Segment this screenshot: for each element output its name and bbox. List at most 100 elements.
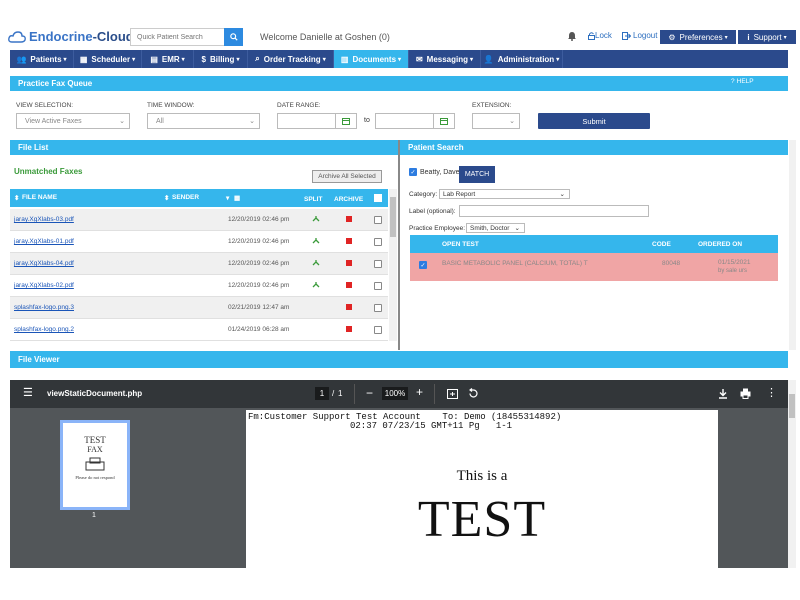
row-checkbox[interactable] (374, 304, 382, 312)
page-thumbnail[interactable]: TEST FAX Please do not respond (60, 420, 130, 510)
category-label: Category: (409, 191, 438, 198)
col-file-name[interactable]: FILE NAME (22, 194, 57, 201)
logo[interactable]: Endocrine-Cloud (8, 29, 134, 45)
cloud-icon (8, 30, 26, 43)
archive-icon[interactable] (346, 326, 352, 332)
col-ordered-on: ORDERED ON (698, 241, 743, 248)
col-split: SPLIT (304, 196, 323, 203)
nav-patients[interactable]: 👥 Patients ▾ (10, 50, 74, 68)
date-from-calendar-button[interactable] (335, 113, 357, 129)
caret-down-icon: ▾ (236, 56, 240, 63)
info-icon: i (747, 32, 750, 42)
thumb-line-1: TEST (84, 435, 106, 445)
file-name-link[interactable]: jaray.XgXlabs-03.pdf (14, 216, 74, 223)
open-test-row[interactable]: ✓ BASIC METABOLIC PANEL (CALCIUM, TOTAL)… (410, 253, 778, 281)
file-viewer-header: File Viewer (10, 351, 788, 368)
archive-icon[interactable] (346, 260, 352, 266)
print-icon[interactable] (740, 388, 751, 399)
page-number-input[interactable]: 1 (315, 387, 329, 400)
view-selection-select[interactable]: View Active Faxes ⌄ (16, 113, 130, 129)
nav-order-tracking[interactable]: ⌕ Order Tracking ▾ (248, 50, 334, 68)
extension-select[interactable]: ⌄ (472, 113, 520, 129)
split-icon[interactable] (312, 281, 320, 289)
file-date: 12/20/2019 02:46 pm (228, 282, 290, 289)
support-button[interactable]: i Support ▾ (738, 30, 796, 44)
select-all-checkbox[interactable] (374, 194, 382, 202)
row-checkbox[interactable] (374, 282, 382, 290)
row-checkbox[interactable] (374, 238, 382, 246)
search-icon (229, 33, 238, 41)
patient-checkbox[interactable]: ✓ (409, 168, 417, 176)
file-name-link[interactable]: jaray.XgXlabs-02.pdf (14, 282, 74, 289)
practice-employee-select[interactable]: Smith, Doctor ⌄ (466, 223, 525, 233)
date-to-calendar-button[interactable] (433, 113, 455, 129)
panel-divider[interactable] (398, 140, 400, 350)
logout-link[interactable]: Logout (622, 31, 657, 40)
archive-all-selected-button[interactable]: Archive All Selected (312, 170, 382, 183)
bell-icon[interactable] (567, 31, 577, 41)
more-options-icon[interactable]: ⋮ (766, 386, 777, 400)
nav-messaging[interactable]: ✉ Messaging ▾ (409, 50, 481, 68)
time-window-value: All (156, 117, 164, 125)
date-from-input[interactable] (277, 113, 336, 129)
split-icon[interactable] (312, 259, 320, 267)
sort-icon[interactable]: ⬍ (164, 194, 169, 202)
file-name-link[interactable]: splashfax-logo.png.3 (14, 304, 74, 311)
row-checkbox[interactable] (374, 216, 382, 224)
zoom-in-icon[interactable]: + (416, 385, 423, 399)
page-separator: / (332, 389, 335, 398)
zoom-out-icon[interactable]: − (366, 386, 373, 400)
split-icon[interactable] (312, 237, 320, 245)
chevron-down-icon: ⌄ (559, 191, 565, 198)
menu-icon[interactable]: ☰ (23, 388, 33, 399)
nav-scheduler[interactable]: ▦ Scheduler ▾ (74, 50, 142, 68)
help-label: HELP (736, 78, 754, 85)
submit-button[interactable]: Submit (538, 113, 650, 129)
viewer-scrollbar[interactable] (788, 380, 796, 568)
lock-link[interactable]: Lock (588, 31, 612, 40)
col-sender[interactable]: SENDER (172, 194, 199, 201)
caret-down-icon: ▾ (470, 56, 474, 63)
file-list-scrollbar[interactable] (389, 189, 397, 341)
archive-icon[interactable] (346, 304, 352, 310)
file-name-link[interactable]: jaray.XgXlabs-01.pdf (14, 238, 74, 245)
split-icon[interactable] (312, 215, 320, 223)
calendar-icon (440, 118, 448, 125)
nav-administration[interactable]: 👤 Administration ▾ (481, 50, 563, 68)
category-select[interactable]: Lab Report ⌄ (439, 189, 570, 199)
nav-documents[interactable]: ▥ Documents ▾ (334, 50, 409, 68)
date-to-input[interactable] (375, 113, 434, 129)
quick-patient-search-input[interactable] (130, 28, 225, 46)
scrollbar-thumb[interactable] (789, 394, 795, 418)
scrollbar-thumb[interactable] (390, 197, 396, 237)
file-name-link[interactable]: splashfax-logo.png.2 (14, 326, 74, 333)
time-window-select[interactable]: All ⌄ (147, 113, 260, 129)
rotate-icon[interactable] (468, 388, 479, 399)
fit-page-icon[interactable] (447, 389, 458, 399)
nav-billing[interactable]: $ Billing ▾ (194, 50, 248, 68)
patient-select[interactable]: ✓ Beatty, Dave (409, 168, 460, 176)
file-name-link[interactable]: jaray.XgXlabs-04.pdf (14, 260, 74, 267)
sort-desc-icon[interactable]: ▾ (226, 194, 229, 202)
download-icon[interactable] (718, 388, 728, 399)
patient-search-scrollbar[interactable] (789, 140, 796, 350)
nav-emr[interactable]: ▤ EMR ▾ (142, 50, 194, 68)
fax-queue-title: Practice Fax Queue (18, 79, 93, 88)
archive-icon[interactable] (346, 216, 352, 222)
help-link[interactable]: ? HELP (731, 78, 754, 85)
archive-icon[interactable] (346, 238, 352, 244)
match-button[interactable]: MATCH (459, 166, 495, 183)
row-checkbox[interactable] (374, 326, 382, 334)
pdf-document-area[interactable]: Fm:Customer Support Test Account To: Dem… (182, 408, 788, 568)
label-input[interactable] (459, 205, 649, 217)
test-checkbox[interactable]: ✓ (419, 261, 427, 269)
envelope-icon: ✉ (415, 54, 423, 64)
patient-search-title: Patient Search (408, 143, 464, 152)
fax-machine-icon (85, 457, 105, 471)
zoom-input[interactable]: 100% (382, 387, 408, 400)
quick-search-button[interactable] (224, 28, 243, 46)
sort-icon[interactable]: ⬍ (14, 194, 19, 202)
row-checkbox[interactable] (374, 260, 382, 268)
preferences-button[interactable]: ⚙ Preferences ▾ (660, 30, 736, 44)
archive-icon[interactable] (346, 282, 352, 288)
